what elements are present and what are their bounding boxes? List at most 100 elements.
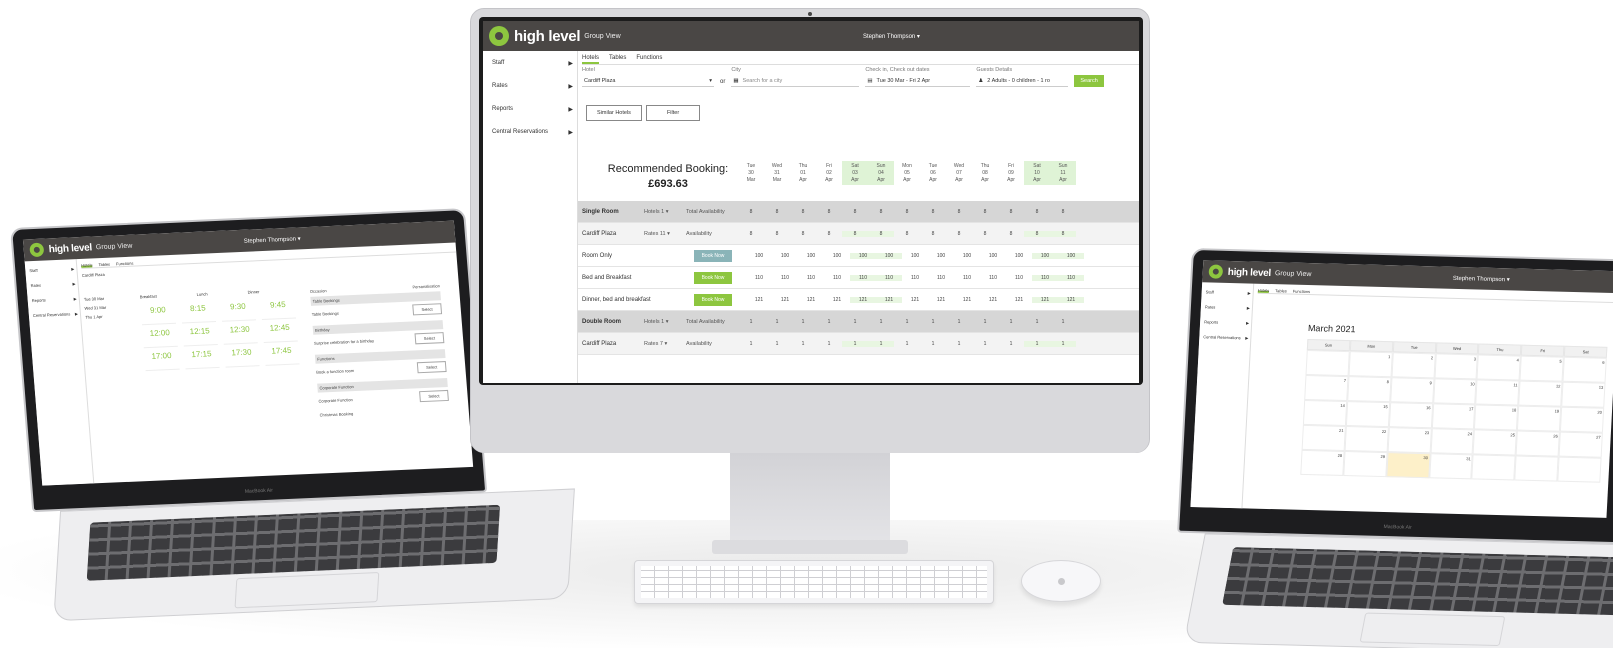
select-button[interactable]: Select (416, 361, 447, 374)
dates-input[interactable]: ▤ Tue 30 Mar - Fri 2 Apr (865, 75, 971, 87)
tab-tables[interactable]: Tables (609, 55, 626, 64)
calendar-day[interactable]: 16 (1388, 402, 1433, 429)
sidebar: Staff ▶ Rates ▶ Reports ▶ Central Reservations… (483, 51, 578, 383)
chevron-right-icon: ▶ (73, 296, 77, 302)
calendar-day[interactable]: 6 (1562, 356, 1607, 383)
calendar-day[interactable]: 8 (1347, 376, 1392, 403)
sidebar-item[interactable]: Reports ▶ (483, 101, 577, 124)
dropdown[interactable]: Hotels 1 ▾ (644, 209, 686, 215)
sidebar-item[interactable]: Central Reservations ▶ (483, 124, 577, 147)
imac-screen: high level Group View Stephen Thompson ▾… (483, 21, 1139, 383)
time-slot[interactable]: 9:30 (220, 301, 256, 322)
sidebar-item[interactable]: Staff ▶ (483, 55, 577, 78)
tab-hotels[interactable]: Hotels (80, 262, 93, 268)
calendar-day[interactable]: 18 (1474, 404, 1519, 431)
imac-stand-foot (712, 540, 908, 554)
book-now-button[interactable]: Book Now (694, 293, 732, 306)
day-number: 31 (774, 169, 780, 176)
time-slot[interactable]: 9:00 (140, 304, 177, 326)
row-label: Total Availability (686, 208, 725, 215)
select-button[interactable]: Select (414, 332, 445, 345)
calendar-day[interactable]: 9 (1389, 377, 1435, 404)
right-laptop: high level Group View Stephen Thompson ▾… (1175, 248, 1613, 648)
user-menu[interactable]: Stephen Thompson ▾ (243, 235, 301, 244)
time-slot[interactable]: 12:30 (222, 324, 258, 345)
panel-subtitle: Personalisation (412, 283, 441, 290)
calendar-day[interactable]: 28 (1300, 449, 1345, 476)
calendar-day[interactable] (1305, 350, 1350, 377)
calendar-day[interactable]: 27 (1558, 431, 1603, 458)
sidebar-item[interactable]: Rates ▶ (483, 78, 577, 101)
calendar-day[interactable]: 31 (1428, 453, 1474, 480)
calendar-day[interactable]: 13 (1561, 381, 1606, 408)
time-slot[interactable]: 9:45 (260, 299, 296, 321)
weekday: Sun (876, 163, 886, 169)
city-input[interactable]: ▦ Search for a city (731, 75, 860, 87)
calendar-day[interactable]: 2 (1391, 352, 1436, 379)
time-slot[interactable]: 17:15 (184, 348, 220, 370)
calendar-day[interactable]: 11 (1475, 379, 1520, 406)
sidebar-item[interactable]: Central Reservations ▶ (29, 308, 81, 325)
calendar-day[interactable]: 17 (1431, 403, 1476, 430)
sidebar-item[interactable]: Rates ▶ (1200, 301, 1252, 317)
weekday: Thu (798, 163, 808, 169)
calendar-day[interactable]: 25 (1473, 429, 1518, 456)
book-now-button[interactable]: Book Now (694, 271, 732, 284)
user-menu[interactable]: Stephen Thompson ▾ (1453, 274, 1510, 282)
month: Apr (955, 176, 963, 183)
time-slot[interactable]: 17:00 (144, 350, 180, 372)
tab-tables[interactable]: Tables (98, 262, 110, 267)
time-slot[interactable]: 12:00 (142, 327, 178, 349)
calendar-day[interactable] (1471, 454, 1516, 481)
sidebar-item[interactable]: Reports ▶ (1200, 316, 1252, 332)
time-slot[interactable]: 12:15 (182, 326, 218, 347)
calendar-day[interactable]: 1 (1348, 351, 1393, 378)
date-item[interactable]: Thu 1 Apr (85, 312, 107, 322)
calendar-day[interactable]: 21 (1301, 424, 1346, 451)
calendar-day[interactable]: 22 (1344, 426, 1389, 453)
calendar-day[interactable]: 3 (1434, 353, 1479, 380)
user-menu[interactable]: Stephen Thompson ▾ (863, 33, 920, 40)
tab-hotels[interactable]: Hotels (1257, 287, 1270, 294)
calendar-day[interactable]: 14 (1302, 399, 1348, 427)
similar-hotels-button[interactable]: Similar Hotels (586, 105, 642, 121)
calendar-day[interactable]: 29 (1343, 450, 1388, 478)
calendar-day[interactable]: 7 (1304, 374, 1349, 402)
time-slot[interactable]: 12:45 (262, 322, 298, 343)
tab-hotels[interactable]: Hotels (582, 55, 600, 64)
time-slot[interactable]: 17:45 (264, 345, 300, 366)
calendar-day[interactable]: 24 (1430, 428, 1475, 455)
search-button[interactable]: Search (1074, 75, 1104, 87)
calendar-day[interactable]: 5 (1519, 355, 1564, 382)
calendar-day[interactable]: 30 (1385, 452, 1431, 479)
calendar-day[interactable] (1514, 455, 1559, 482)
tab-tables[interactable]: Tables (1275, 288, 1287, 293)
tab-functions[interactable]: Functions (116, 261, 134, 267)
calendar-day[interactable]: 23 (1387, 427, 1432, 454)
tab-functions[interactable]: Functions (1293, 289, 1311, 294)
dropdown[interactable]: Rates 7 ▾ (644, 341, 686, 347)
calendar-day[interactable]: 15 (1345, 401, 1390, 428)
select-button[interactable]: Select (412, 303, 443, 316)
sidebar-item[interactable]: Central Reservations ▶ (1199, 331, 1251, 347)
dropdown[interactable]: Rates 11 ▾ (644, 231, 686, 237)
calendar-day[interactable]: 19 (1517, 405, 1562, 432)
calendar-day[interactable]: 10 (1432, 378, 1477, 405)
calendar-day[interactable]: 20 (1560, 406, 1605, 433)
calendar-day[interactable] (1557, 456, 1602, 483)
dropdown[interactable]: Hotels 1 ▾ (644, 319, 686, 325)
hotel-select[interactable]: Cardiff Plaza ▾ (582, 75, 714, 87)
time-slot[interactable]: 17:30 (224, 347, 260, 368)
sidebar-item[interactable]: Staff ▶ (1201, 286, 1253, 302)
book-now-button[interactable]: Book Now (694, 249, 732, 262)
select-button[interactable]: Select (418, 389, 449, 403)
time-slot[interactable]: 8:15 (180, 303, 217, 324)
calendar-day[interactable]: 26 (1515, 430, 1561, 457)
filter-button[interactable]: Filter (645, 105, 701, 121)
guests-input[interactable]: ♟ 2 Adults - 0 children - 1 ro (976, 75, 1069, 87)
month: Apr (929, 176, 937, 183)
calendar-day[interactable]: 4 (1476, 354, 1522, 381)
calendar-day[interactable]: 12 (1518, 380, 1563, 407)
tab-functions[interactable]: Functions (636, 55, 662, 64)
day-number: 01 (800, 169, 806, 176)
